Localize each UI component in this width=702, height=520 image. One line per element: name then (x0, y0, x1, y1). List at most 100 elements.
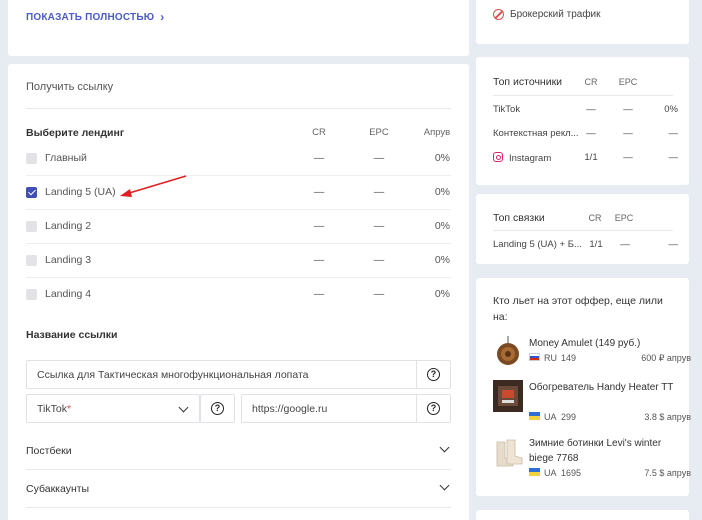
annotation-arrow (120, 175, 187, 197)
offer-meta: RU 149 600 ₽ апрув (529, 353, 691, 363)
landing-checkbox[interactable] (26, 221, 37, 232)
source-cr: 1/1 (584, 152, 598, 163)
landing-name: Landing 3 (45, 254, 92, 266)
source-name: TikTok (493, 104, 521, 115)
offer-meta: UA 299 3.8 $ апрув (529, 412, 691, 422)
offer-name: Money Amulet (149 руб.) (529, 338, 641, 349)
offer-item[interactable]: Money Amulet (149 руб.) RU 149 600 ₽ апр… (493, 336, 691, 386)
source-row: Контекстная рекл... — — — (493, 128, 678, 142)
landing-approve: 0% (434, 254, 450, 266)
link-name-input[interactable]: Ссылка для Тактическая многофункциональн… (26, 360, 451, 389)
landing-checkbox[interactable] (26, 187, 37, 198)
source-extra: — (668, 152, 679, 163)
divider (493, 95, 673, 96)
offer-geo-wrap: UA (529, 412, 561, 422)
ban-icon (493, 9, 504, 20)
landing-row[interactable]: Главный — — 0% (26, 142, 451, 176)
source-epc: — (623, 128, 633, 139)
question-icon: ? (211, 402, 224, 415)
offer-geo: RU (544, 353, 557, 363)
offer-payout: 3.8 $ апрув (644, 412, 691, 422)
cr-column-header: CR (312, 127, 326, 138)
url-help-button[interactable]: ? (416, 395, 450, 422)
landing-row[interactable]: Landing 2 — — 0% (26, 210, 451, 244)
landing-name: Landing 4 (45, 288, 92, 300)
landing-approve: 0% (434, 152, 450, 164)
choose-landing-label: Выберите лендинг (26, 127, 125, 139)
cr-column-header: CR (588, 213, 602, 223)
broker-traffic-item: Брокерский трафик (493, 9, 601, 20)
landing-approve: 0% (434, 186, 450, 198)
show-all-link[interactable]: ПОКАЗАТЬ ПОЛНОСТЬЮ › (26, 10, 164, 24)
required-mark: * (66, 403, 72, 415)
amulet-thumb (497, 336, 519, 365)
offer-count: 1695 (561, 468, 582, 478)
landing-row[interactable]: Landing 4 — — 0% (26, 278, 451, 312)
offer-name: Обогреватель Handy Heater TT (529, 382, 674, 393)
landing-row[interactable]: Landing 5 (UA) — — 0% (26, 176, 451, 210)
bundle-name: Landing 5 (UA) + Б... (493, 239, 582, 250)
offer-item[interactable]: Обогреватель Handy Heater TT UA 299 3.8 … (493, 380, 691, 430)
postbacks-label: Постбеки (26, 445, 72, 457)
ua-flag-icon (529, 468, 540, 476)
get-link-title: Получить ссылку (26, 81, 114, 93)
heater-thumb (493, 380, 523, 412)
landing-epc: — (373, 152, 385, 164)
url-input[interactable]: https://google.ru ? (241, 394, 451, 423)
approve-column-header: Апрув (423, 127, 451, 138)
source-row: Instagram 1/1 — — (493, 152, 678, 166)
offer-item[interactable]: Зимние ботинки Levi's winter biege 7768 … (493, 436, 691, 486)
landing-checkbox[interactable] (26, 289, 37, 300)
landing-name: Главный (45, 152, 87, 164)
offer-payout: 7.5 $ апрув (644, 468, 691, 478)
show-all-label: ПОКАЗАТЬ ПОЛНОСТЬЮ (26, 11, 155, 23)
source-select-text: TikTok* (37, 403, 71, 415)
link-name-value: Ссылка для Тактическая многофункциональн… (37, 369, 309, 381)
landing-checkbox[interactable] (26, 153, 37, 164)
landing-row[interactable]: Landing 3 — — 0% (26, 244, 451, 278)
epc-column-header: EPC (614, 213, 634, 223)
help-button[interactable]: ? (416, 361, 450, 388)
landing-cr: — (313, 220, 325, 232)
landing-cr: — (313, 152, 325, 164)
also-poured-card: Кто льет на этот оффер, еще лили на: Mon… (476, 278, 691, 496)
subaccounts-accordion[interactable]: Субаккаунты (26, 470, 451, 508)
source-cr: — (586, 128, 596, 139)
source-row: TikTok — — 0% (493, 104, 678, 118)
divider (26, 108, 451, 109)
landing-approve: 0% (434, 220, 450, 232)
source-select-value: TikTok (37, 403, 67, 415)
source-name: Instagram (509, 153, 552, 164)
offer-geo: UA (544, 468, 557, 478)
landing-cr: — (313, 288, 325, 300)
landing-epc: — (373, 254, 385, 266)
chevron-down-icon (439, 480, 450, 491)
postbacks-accordion[interactable]: Постбеки (26, 432, 451, 470)
landing-epc: — (373, 220, 385, 232)
boots-thumb (496, 439, 523, 467)
question-icon: ? (427, 402, 440, 415)
source-name: Контекстная рекл... (493, 128, 579, 139)
traffic-source-select[interactable]: TikTok* (26, 394, 200, 423)
get-link-card: Получить ссылку Выберите лендинг CR EPC … (8, 64, 469, 520)
next-card (476, 510, 689, 520)
also-poured-title: Кто льет на этот оффер, еще лили на: (493, 295, 663, 323)
source-help-button[interactable]: ? (200, 394, 235, 423)
offer-description-card: ПОКАЗАТЬ ПОЛНОСТЬЮ › (8, 0, 469, 56)
offer-geo: UA (544, 412, 557, 422)
divider (493, 230, 673, 231)
broker-traffic-label: Брокерский трафик (510, 9, 601, 20)
url-value: https://google.ru (252, 403, 328, 415)
chevron-down-icon (178, 402, 189, 413)
top-bundles-card: Топ связки CR EPC Landing 5 (UA) + Б... … (476, 194, 689, 264)
source-epc: — (623, 104, 633, 115)
landing-table-header: Выберите лендинг CR EPC Апрув (26, 127, 451, 141)
offer-name: Зимние ботинки Levi's winter biege 7768 (529, 438, 662, 464)
landing-name: Landing 5 (UA) (45, 186, 116, 198)
ua-flag-icon (529, 412, 540, 420)
divider (26, 507, 451, 508)
landing-approve: 0% (434, 288, 450, 300)
source-cr: — (586, 104, 596, 115)
bundle-row: Landing 5 (UA) + Б... 1/1 — — (493, 239, 678, 253)
landing-checkbox[interactable] (26, 255, 37, 266)
